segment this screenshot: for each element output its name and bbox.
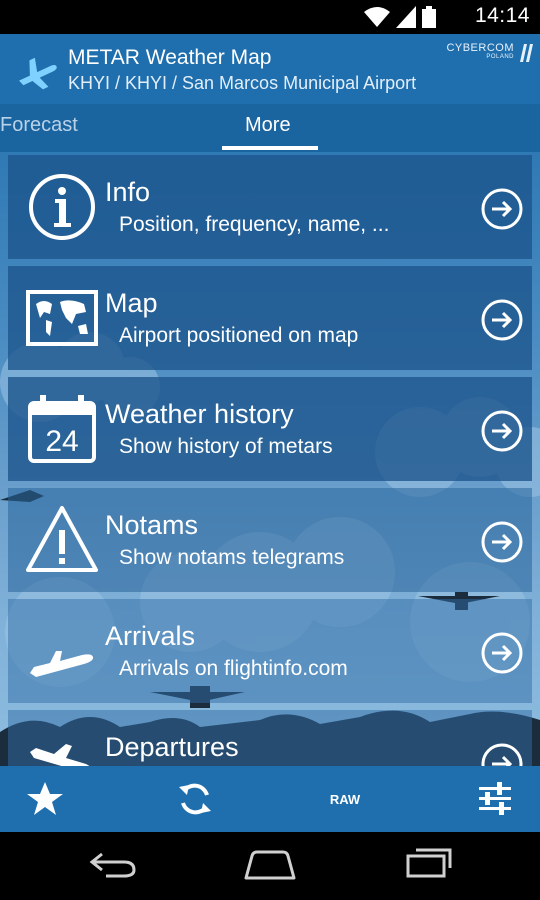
- menu-item-departures[interactable]: Departures: [8, 710, 532, 766]
- settings-button[interactable]: [450, 766, 540, 832]
- brand-country: POLAND: [486, 54, 514, 60]
- menu-item-title: Info: [105, 177, 151, 207]
- battery-icon: [422, 6, 436, 28]
- menu-item-arrivals[interactable]: Arrivals Arrivals on flightinfo.com: [8, 599, 532, 703]
- arrow-right-icon[interactable]: [480, 298, 524, 342]
- warning-icon: [26, 506, 98, 572]
- raw-button[interactable]: RAW: [300, 766, 390, 832]
- tab-more[interactable]: More: [245, 114, 291, 137]
- arrow-right-icon[interactable]: [480, 742, 524, 766]
- plane-landing-icon: [30, 651, 94, 677]
- calendar-icon: 24: [28, 395, 96, 463]
- refresh-button[interactable]: [150, 766, 240, 832]
- menu-item-title: Weather history: [105, 399, 294, 429]
- back-icon[interactable]: [88, 846, 138, 880]
- menu-item-subtitle: Position, frequency, name, ...: [119, 213, 390, 236]
- page-title: METAR Weather Map: [68, 46, 272, 69]
- tab-bar: Forecast More: [0, 104, 540, 152]
- arrow-right-icon[interactable]: [480, 409, 524, 453]
- world-map-icon: [26, 290, 98, 346]
- action-bar: METAR Weather Map KHYI / KHYI / San Marc…: [0, 34, 540, 104]
- raw-label: RAW: [329, 791, 361, 807]
- wifi-icon: [364, 7, 390, 27]
- system-nav-bar: [0, 832, 540, 900]
- refresh-icon: [179, 783, 211, 815]
- menu-item-subtitle: Arrivals on flightinfo.com: [119, 657, 348, 680]
- airplane-app-icon[interactable]: [16, 48, 60, 92]
- menu-item-map[interactable]: Map Airport positioned on map: [8, 266, 532, 370]
- sliders-icon: [479, 782, 511, 815]
- status-bar: 14:14: [0, 0, 540, 34]
- airport-subtitle: KHYI / KHYI / San Marcos Municipal Airpo…: [68, 73, 417, 93]
- home-icon[interactable]: [242, 846, 298, 880]
- menu-item-subtitle: Show history of metars: [119, 435, 333, 458]
- info-icon: [29, 174, 95, 240]
- menu-item-title: Notams: [105, 510, 199, 540]
- menu-item-info[interactable]: Info Position, frequency, name, ...: [8, 155, 532, 259]
- menu-item-title: Arrivals: [105, 621, 196, 651]
- more-menu[interactable]: Info Position, frequency, name, ... Map …: [0, 152, 540, 766]
- tab-indicator: [222, 146, 318, 150]
- arrow-right-icon[interactable]: [480, 631, 524, 675]
- brand-mark-icon: [520, 44, 533, 62]
- menu-item-notams[interactable]: Notams Show notams telegrams: [8, 488, 532, 592]
- menu-item-title: Map: [105, 288, 158, 318]
- arrow-right-icon[interactable]: [480, 520, 524, 564]
- bottom-toolbar: RAW: [0, 766, 540, 832]
- signal-icon: [396, 6, 416, 28]
- tab-forecast[interactable]: Forecast: [0, 114, 78, 137]
- brand-logo: CYBERCOM POLAND: [446, 42, 534, 62]
- arrow-right-icon[interactable]: [480, 187, 524, 231]
- calendar-day: 24: [45, 425, 78, 458]
- menu-item-title: Departures: [105, 732, 239, 762]
- menu-item-subtitle: Airport positioned on map: [119, 324, 359, 347]
- status-clock: 14:14: [474, 4, 530, 27]
- brand-name: CYBERCOM: [446, 42, 514, 54]
- status-icons: [364, 6, 436, 28]
- menu-item-weather-history[interactable]: 24 Weather history Show history of metar…: [8, 377, 532, 481]
- favorite-button[interactable]: [0, 766, 90, 832]
- recent-apps-icon[interactable]: [404, 846, 454, 880]
- menu-item-subtitle: Show notams telegrams: [119, 546, 345, 569]
- plane-takeoff-icon: [30, 744, 90, 766]
- star-icon: [27, 782, 63, 815]
